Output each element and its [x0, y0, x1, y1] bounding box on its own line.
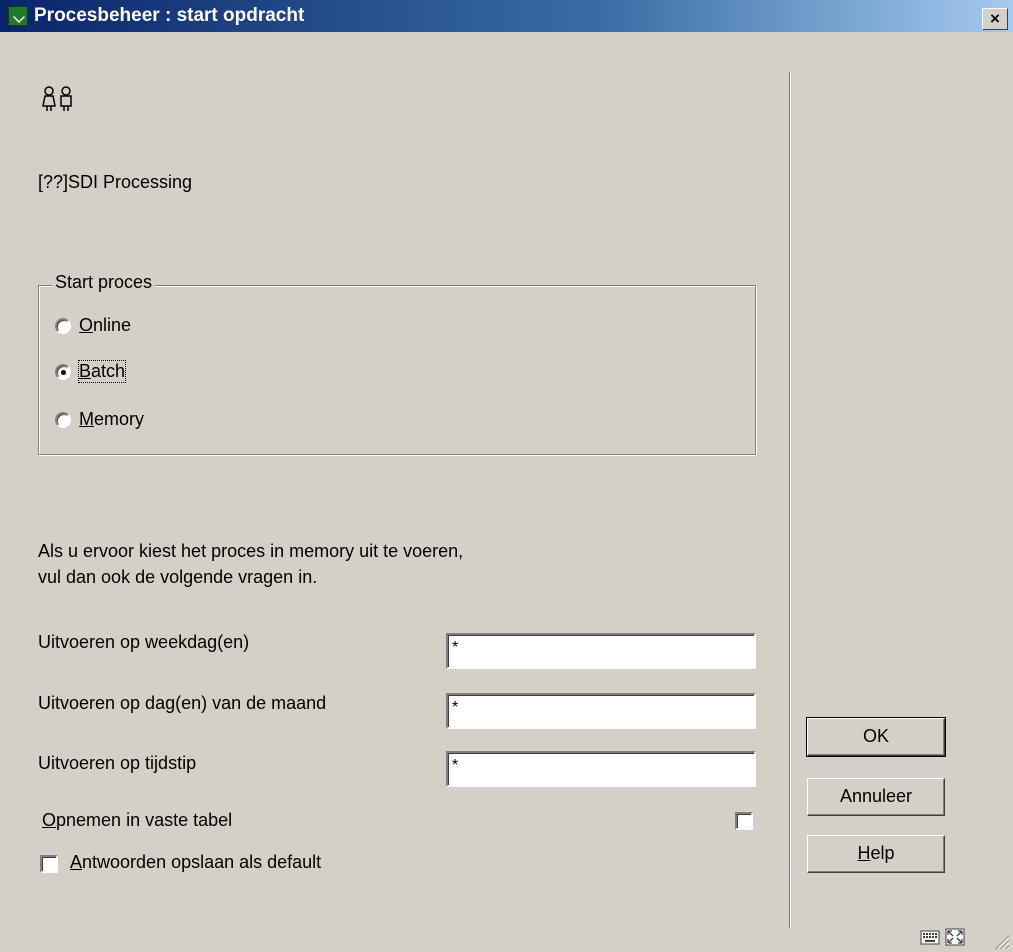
- vertical-divider: [789, 72, 790, 928]
- save-default-label[interactable]: Antwoorden opslaan als default: [70, 852, 321, 873]
- start-process-group: [38, 285, 756, 455]
- window-title: Procesbeheer : start opdracht: [34, 5, 305, 26]
- weekday-input[interactable]: *: [446, 633, 756, 669]
- fixed-table-checkbox[interactable]: [735, 812, 753, 830]
- radio-batch-label[interactable]: Batch: [77, 360, 127, 383]
- weekday-label: Uitvoeren op weekdag(en): [38, 632, 250, 652]
- help-button[interactable]: Help: [807, 835, 945, 873]
- monthday-label: Uitvoeren op dag(en) van de maand: [38, 693, 327, 713]
- time-label: Uitvoeren op tijdstip: [38, 753, 197, 773]
- resize-grip-icon[interactable]: [990, 930, 1010, 950]
- radio-memory-label[interactable]: Memory: [79, 409, 144, 430]
- monthday-input[interactable]: *: [446, 693, 756, 729]
- radio-online-label[interactable]: Online: [79, 315, 131, 336]
- keyboard-icon[interactable]: [920, 928, 940, 946]
- save-default-checkbox[interactable]: [40, 855, 58, 873]
- radio-online[interactable]: [55, 318, 71, 334]
- memory-note-line1: Als u ervoor kiest het proces in memory …: [38, 541, 464, 561]
- start-process-legend: Start proces: [52, 272, 156, 293]
- radio-memory[interactable]: [55, 412, 71, 428]
- fixed-table-label: Opnemen in vaste tabel: [42, 810, 233, 830]
- people-icon: [42, 86, 72, 111]
- cancel-button[interactable]: Annuleer: [807, 778, 945, 816]
- app-icon: [8, 6, 28, 26]
- close-button[interactable]: ×: [982, 8, 1008, 30]
- memory-note-line2: vul dan ook de volgende vragen in.: [38, 567, 318, 587]
- time-input[interactable]: *: [446, 751, 756, 787]
- expand-icon[interactable]: [945, 928, 965, 946]
- process-name: [??]SDI Processing: [38, 172, 193, 192]
- radio-batch[interactable]: [55, 364, 71, 380]
- ok-button[interactable]: OK: [806, 717, 946, 757]
